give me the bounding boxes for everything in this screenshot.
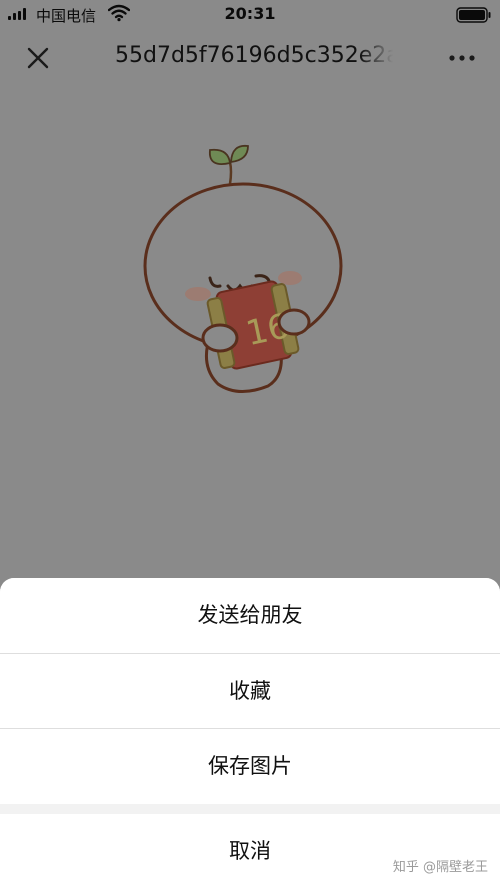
status-time: 20:31: [224, 4, 276, 23]
save-image-button[interactable]: 保存图片: [0, 729, 500, 804]
more-icon[interactable]: [440, 44, 484, 72]
page-title: 55d7d5f76196d5c352e2ae: [115, 43, 393, 68]
nav-bar: 55d7d5f76196d5c352e2ae: [0, 30, 500, 86]
favorite-button[interactable]: 收藏: [0, 654, 500, 729]
watermark: 知乎 @隔壁老王: [392, 860, 488, 875]
cancel-button[interactable]: 取消: [0, 814, 500, 889]
image-preview[interactable]: 16: [0, 86, 500, 580]
send-to-friend-button[interactable]: 发送给朋友: [0, 578, 500, 653]
sticker-image: 16: [143, 144, 343, 393]
status-bar: 中国电信 20:31: [0, 0, 500, 30]
close-icon[interactable]: [18, 40, 58, 76]
action-sheet: 发送给朋友 收藏 保存图片 取消: [0, 578, 500, 889]
battery-icon: [456, 7, 491, 23]
